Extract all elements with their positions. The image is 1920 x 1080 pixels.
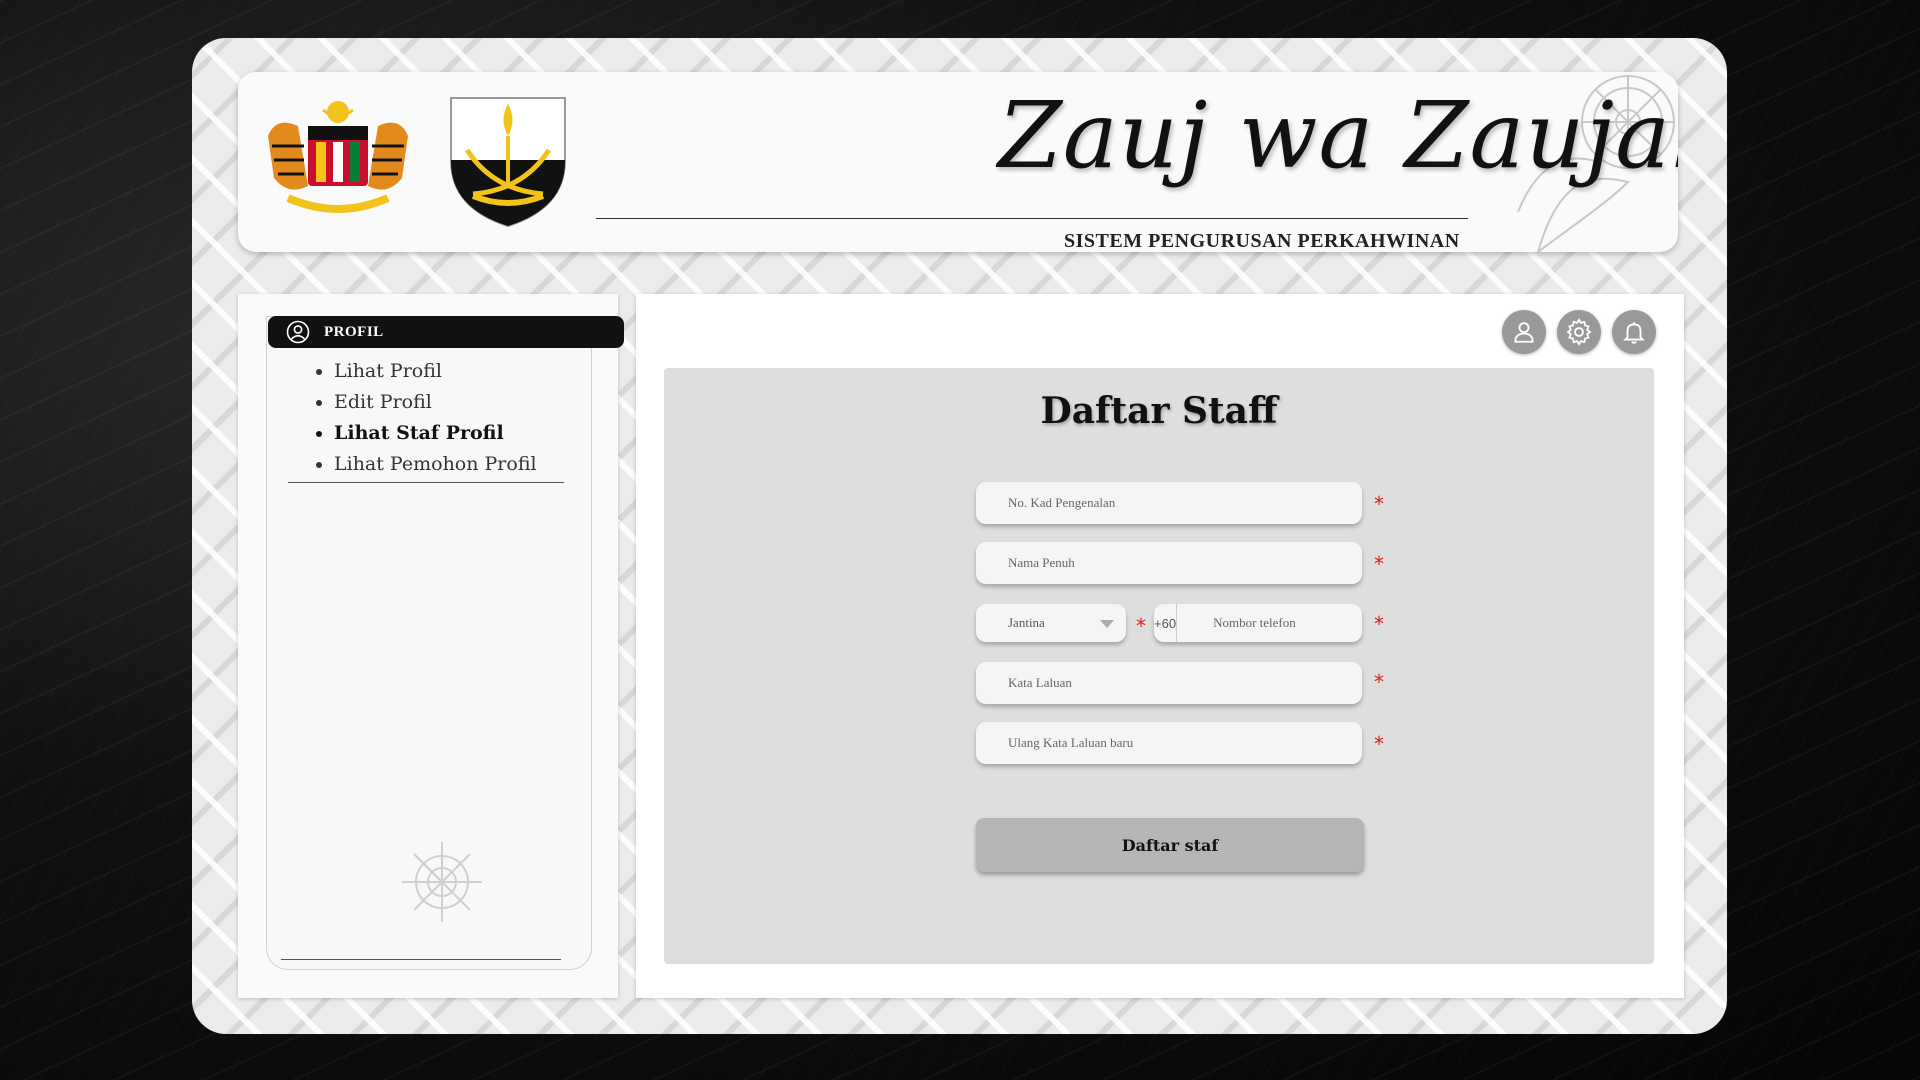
user-circle-icon — [286, 320, 310, 344]
profile-menu-list: Lihat Profil Edit Profil Lihat Staf Prof… — [316, 356, 537, 480]
menu-divider — [288, 482, 564, 483]
phone-field: +60 — [1154, 604, 1362, 642]
register-staff-button[interactable]: Daftar staf — [976, 818, 1364, 872]
user-icon[interactable] — [1502, 310, 1546, 354]
required-mark: * — [1374, 492, 1384, 516]
app-subtitle: SISTEM PENGURUSAN PERKAHWINAN — [1064, 230, 1460, 252]
confirm-password-input[interactable] — [976, 722, 1362, 764]
johor-crest-icon — [450, 97, 566, 228]
sidebar: PROFIL Lihat Profil Edit Profil Lihat St… — [238, 294, 624, 998]
menu-item-lihat-profil[interactable]: Lihat Profil — [334, 356, 537, 387]
sidebar-bottom-divider — [281, 959, 561, 960]
chevron-down-icon — [1100, 620, 1114, 628]
required-mark: * — [1374, 552, 1384, 576]
form-title: Daftar Staff — [1040, 390, 1278, 432]
menu-item-lihat-staf-profil[interactable]: Lihat Staf Profil — [334, 418, 537, 449]
profile-menu-label: PROFIL — [324, 323, 384, 340]
bell-icon[interactable] — [1612, 310, 1656, 354]
required-mark: * — [1374, 732, 1384, 756]
register-staff-form: Daftar Staff * * Jantina * +60 * * * Daf… — [664, 368, 1654, 964]
menu-item-lihat-pemohon-profil[interactable]: Lihat Pemohon Profil — [334, 449, 537, 480]
app-title: Zauj wa Zaujah — [998, 82, 1678, 189]
full-name-input[interactable] — [976, 542, 1362, 584]
phone-country-code: +60 — [1154, 604, 1178, 642]
app-frame: Zauj wa Zaujah SISTEM PENGURUSAN PERKAHW… — [192, 38, 1727, 1034]
header-banner: Zauj wa Zaujah SISTEM PENGURUSAN PERKAHW… — [238, 72, 1678, 252]
ic-number-input[interactable] — [976, 482, 1362, 524]
main-content: Daftar Staff * * Jantina * +60 * * * Daf… — [636, 294, 1684, 998]
profile-menu-header[interactable]: PROFIL — [268, 316, 624, 348]
password-input[interactable] — [976, 662, 1362, 704]
flower-ornament-icon — [402, 842, 482, 922]
required-mark: * — [1374, 670, 1384, 694]
toolbar-icons — [1502, 310, 1656, 354]
phone-number-input[interactable] — [1177, 604, 1362, 642]
required-mark: * — [1136, 614, 1146, 638]
gear-icon[interactable] — [1557, 310, 1601, 354]
gender-select[interactable]: Jantina — [976, 604, 1126, 642]
malaysia-coat-of-arms-icon — [268, 101, 408, 213]
title-divider — [596, 218, 1468, 219]
gender-select-value: Jantina — [1008, 615, 1045, 630]
menu-item-edit-profil[interactable]: Edit Profil — [334, 387, 537, 418]
required-mark: * — [1374, 612, 1384, 636]
